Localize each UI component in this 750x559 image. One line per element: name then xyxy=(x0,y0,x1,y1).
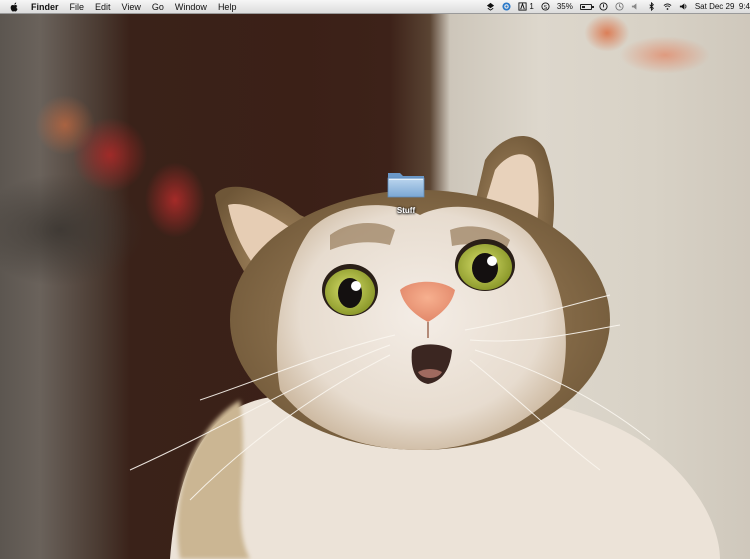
menu-bar-status: 1 S 35% Sat Dec 29 9:4 xyxy=(486,0,750,13)
desktop[interactable]: Finder File Edit View Go Window Help 1 S… xyxy=(0,0,750,559)
skype-icon[interactable]: S xyxy=(541,2,550,11)
clock-datetime[interactable]: Sat Dec 29 9:4 xyxy=(695,2,750,11)
sync-icon[interactable] xyxy=(502,2,511,11)
volume-icon-2[interactable] xyxy=(679,2,688,11)
menu-file[interactable]: File xyxy=(70,2,85,12)
menu-go[interactable]: Go xyxy=(152,2,164,12)
menu-bar: Finder File Edit View Go Window Help 1 S… xyxy=(0,0,750,14)
battery-icon[interactable] xyxy=(579,3,594,10)
volume-icon[interactable] xyxy=(631,2,640,11)
battery-percent[interactable]: 35% xyxy=(557,2,573,11)
menu-window[interactable]: Window xyxy=(175,2,207,12)
wallpaper-cat-image xyxy=(129,136,720,559)
power-icon[interactable] xyxy=(599,2,608,11)
apple-icon[interactable] xyxy=(10,2,19,12)
menu-finder[interactable]: Finder xyxy=(31,2,59,12)
time-machine-icon[interactable] xyxy=(615,2,624,11)
folder-label: Stuff xyxy=(396,206,416,215)
notification-count: 1 xyxy=(529,2,534,11)
adobe-notification-icon[interactable]: 1 xyxy=(518,2,534,11)
svg-text:S: S xyxy=(544,5,548,11)
menu-edit[interactable]: Edit xyxy=(95,2,111,12)
bluetooth-icon[interactable] xyxy=(647,2,656,11)
menu-bar-left: Finder File Edit View Go Window Help xyxy=(0,2,247,12)
wifi-icon[interactable] xyxy=(663,2,672,11)
desktop-folder-stuff[interactable]: Stuff xyxy=(383,168,429,218)
menu-help[interactable]: Help xyxy=(218,2,237,12)
folder-icon xyxy=(387,173,425,198)
menu-view[interactable]: View xyxy=(122,2,141,12)
dropbox-icon[interactable] xyxy=(486,2,495,11)
